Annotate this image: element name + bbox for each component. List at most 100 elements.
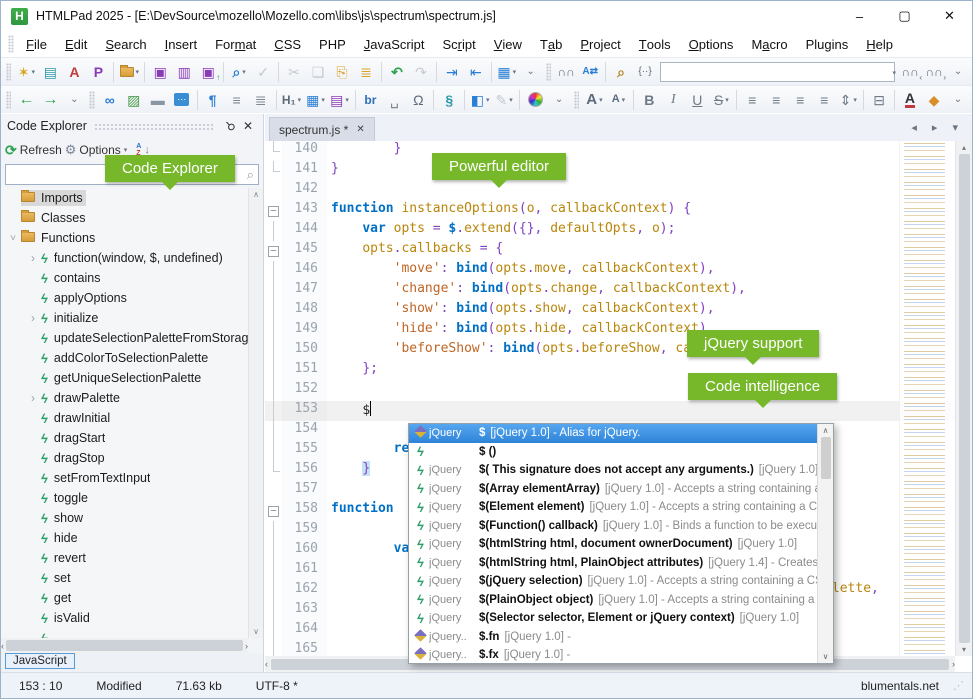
form-button[interactable]: ▤▾ [328, 88, 352, 111]
code-line[interactable]: 149 'hide': bind(opts.hide, callbackCont… [265, 321, 972, 341]
completion-item[interactable]: jQuery..$.fx[jQuery 1.0] - [409, 646, 817, 663]
strikethrough-button[interactable]: S▾ [709, 88, 733, 111]
justify-button[interactable]: ≡ [812, 88, 836, 111]
paragraph-button[interactable]: ¶ [201, 88, 225, 111]
code-line[interactable]: 141} [265, 161, 972, 181]
minimap[interactable] [899, 141, 955, 656]
line-break-button[interactable]: br [358, 88, 382, 111]
menu-insert[interactable]: Insert [156, 31, 207, 57]
format-painter-button[interactable]: ✎▾ [492, 88, 516, 111]
menu-php[interactable]: PHP [310, 31, 355, 57]
tree-expander-icon[interactable]: › [25, 251, 41, 265]
tree-item-item[interactable]: ϟ [1, 628, 248, 638]
fold-margin[interactable]: – [265, 201, 282, 221]
comment-button[interactable]: ⋯ [170, 88, 194, 111]
code-line[interactable]: 148 'show': bind(opts.show, callbackCont… [265, 301, 972, 321]
tree-item-setfromtextinput[interactable]: ϟsetFromTextInput [1, 468, 248, 488]
tree-item-dragstart[interactable]: ϟdragStart [1, 428, 248, 448]
menu-search[interactable]: Search [96, 31, 155, 57]
toolbar-overflow-button[interactable]: ⌄ [519, 60, 543, 83]
search-previous-button[interactable]: ∩∩‹ [898, 60, 922, 83]
tree-item-toggle[interactable]: ϟtoggle [1, 488, 248, 508]
tree-expander-icon[interactable]: › [25, 391, 41, 405]
completion-item[interactable]: ϟjQuery$(Array elementArray)[jQuery 1.0]… [409, 480, 817, 499]
menu-javascript[interactable]: JavaScript [355, 31, 434, 57]
explorer-horizontal-scrollbar[interactable]: ‹› [1, 638, 248, 653]
find-in-files-button[interactable]: ⌕ [609, 60, 633, 83]
maximize-button[interactable]: ▢ [882, 1, 927, 31]
toolbar-grip[interactable] [546, 63, 551, 81]
tree-item-function-window-undefined[interactable]: ›ϟfunction(window, $, undefined) [1, 248, 248, 268]
save-button[interactable]: ▣ [148, 60, 172, 83]
tree-expander-icon[interactable]: ˅ [5, 233, 21, 244]
autocomplete-scrollbar[interactable]: ∧ ∨ [817, 424, 833, 663]
editor-vertical-scrollbar[interactable]: ▴▾ [955, 141, 972, 656]
tree-item-updateselectionpalettefromstorag[interactable]: ϟupdateSelectionPaletteFromStorag [1, 328, 248, 348]
line-spacing-button[interactable]: ⇕▾ [836, 88, 860, 111]
tree-item-get[interactable]: ϟget [1, 588, 248, 608]
italic-button[interactable]: I [661, 88, 685, 111]
menu-macro[interactable]: Macro [742, 31, 796, 57]
open-file-button[interactable]: ▾ [117, 60, 141, 83]
fill-color-button[interactable]: ◆ [922, 88, 946, 111]
tree-item-getuniqueselectionpalette[interactable]: ϟgetUniqueSelectionPalette [1, 368, 248, 388]
align-center-button[interactable]: ≡ [764, 88, 788, 111]
fold-collapse-icon[interactable]: – [268, 506, 279, 517]
fold-margin[interactable]: – [265, 501, 282, 521]
completion-item[interactable]: ϟjQuery$(htmlString html, PlainObject at… [409, 554, 817, 573]
vendor-link[interactable]: blumentals.net [861, 679, 939, 693]
toolbar-grip[interactable] [6, 63, 11, 81]
script-block-button[interactable]: § [437, 88, 461, 111]
tree-item-isvalid[interactable]: ϟisValid [1, 608, 248, 628]
ordered-list-button[interactable]: ≣ [249, 88, 273, 111]
tab-javascript[interactable]: JavaScript [5, 653, 75, 669]
tag-button[interactable]: ◧▾ [468, 88, 492, 111]
tree-item-classes[interactable]: Classes [1, 208, 248, 228]
search-next-button[interactable]: ∩∩› [922, 60, 946, 83]
unindent-button[interactable]: ⇤ [464, 60, 488, 83]
paste-button[interactable]: ⎘ [330, 60, 354, 83]
undo-button[interactable]: ↶ [385, 60, 409, 83]
indent-button[interactable]: ⇥ [440, 60, 464, 83]
fold-collapse-icon[interactable]: – [268, 246, 279, 257]
toolbar-grip[interactable] [89, 91, 94, 109]
resize-grip[interactable]: ⋰ [953, 679, 964, 692]
tree-item-functions[interactable]: ˅Functions [1, 228, 248, 248]
cut-button[interactable]: ✂ [282, 60, 306, 83]
tree-item-revert[interactable]: ϟrevert [1, 548, 248, 568]
completion-item[interactable]: ϟ$ () [409, 443, 817, 462]
new-php-document-button[interactable]: P [86, 60, 110, 83]
completion-item[interactable]: ϟjQuery$(jQuery selection)[jQuery 1.0] -… [409, 572, 817, 591]
tree-item-dragstop[interactable]: ϟdragStop [1, 448, 248, 468]
completion-item[interactable]: ϟjQuery$(Element element)[jQuery 1.0] - … [409, 498, 817, 517]
refresh-button[interactable]: Refresh [20, 143, 62, 157]
tree-item-imports[interactable]: Imports [1, 188, 248, 208]
code-line[interactable]: 146 'move': bind(opts.move, callbackCont… [265, 261, 972, 281]
menu-tab[interactable]: Tab [531, 31, 571, 57]
nav-overflow-button[interactable]: ⌄ [62, 88, 86, 111]
code-template-button[interactable]: {··} [633, 60, 657, 83]
panel-close-icon[interactable]: ✕ [239, 119, 257, 133]
tree-item-drawpalette[interactable]: ›ϟdrawPalette [1, 388, 248, 408]
navigate-forward-button[interactable]: → [38, 88, 62, 111]
tree-item-initialize[interactable]: ›ϟinitialize [1, 308, 248, 328]
completion-item[interactable]: ϟjQuery$(Function() callback)[jQuery 1.0… [409, 517, 817, 536]
completion-item[interactable]: jQuery..$.fn[jQuery 1.0] - [409, 628, 817, 647]
non-breaking-space-button[interactable]: ␣ [382, 88, 406, 111]
tree-item-show[interactable]: ϟshow [1, 508, 248, 528]
replace-button[interactable]: A⇄ [578, 60, 602, 83]
menu-format[interactable]: Format [206, 31, 265, 57]
code-line[interactable]: 144 var opts = $.extend({}, defaultOpts,… [265, 221, 972, 241]
font-color-button[interactable]: A [898, 88, 922, 111]
redo-button[interactable]: ↷ [409, 60, 433, 83]
explorer-vertical-scrollbar[interactable]: ∧∨ [248, 188, 263, 638]
menu-css[interactable]: CSS [265, 31, 310, 57]
menubar-grip[interactable] [8, 35, 14, 53]
code-line[interactable]: 150 'beforeShow': bind(opts.beforeShow, … [265, 341, 972, 361]
code-line[interactable]: 142 [265, 181, 972, 201]
scroll-down-icon[interactable]: ∨ [823, 652, 829, 661]
insert-overflow-button[interactable]: ⌄ [547, 88, 571, 111]
tree-item-hide[interactable]: ϟhide [1, 528, 248, 548]
search-combobox-input[interactable] [660, 62, 895, 82]
align-left-button[interactable]: ≡ [740, 88, 764, 111]
